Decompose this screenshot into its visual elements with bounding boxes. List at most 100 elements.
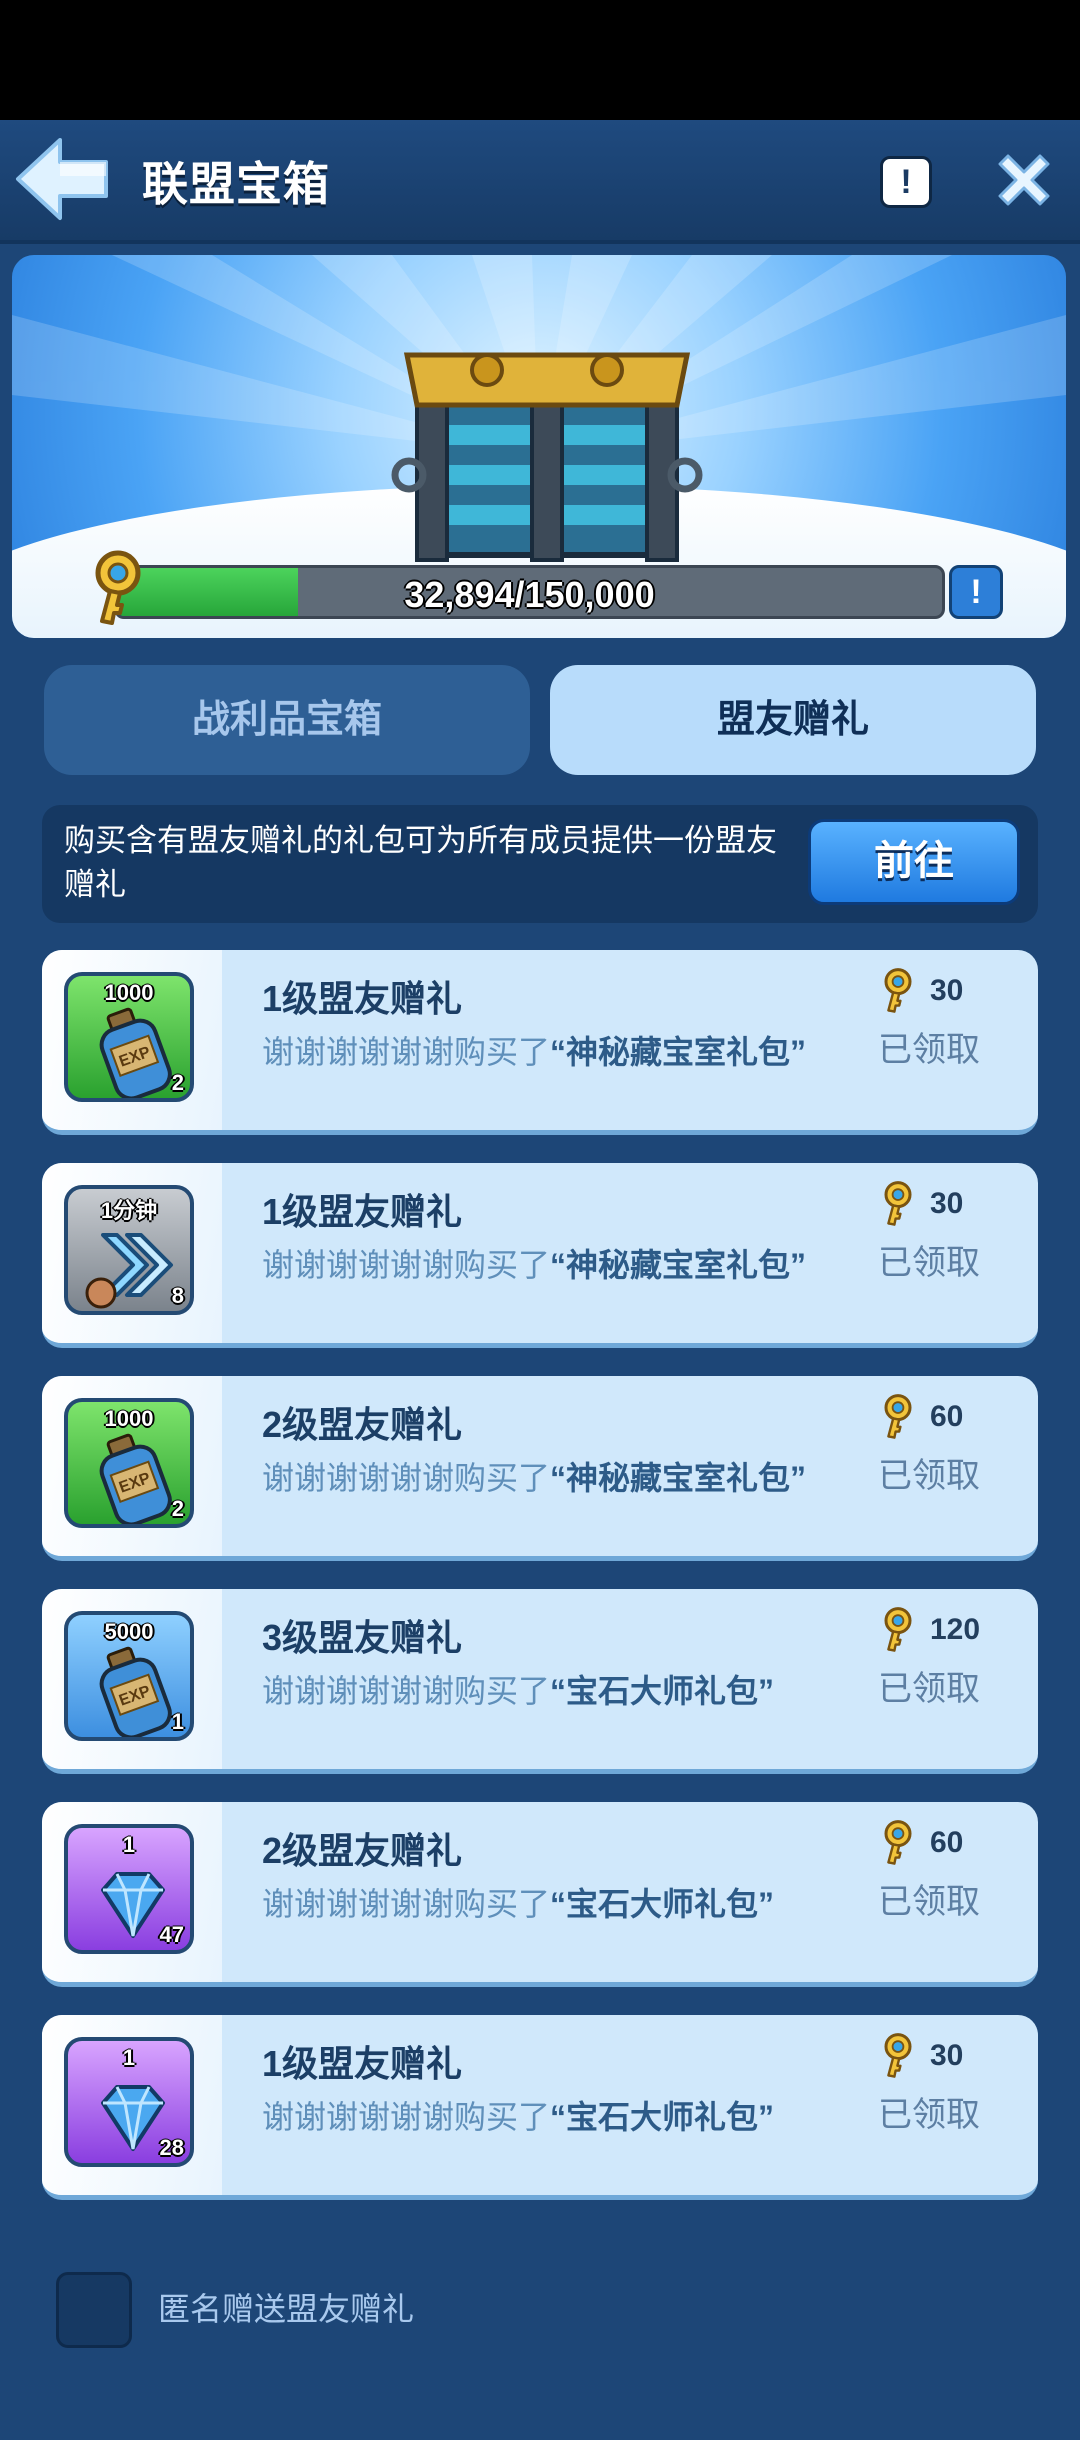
progress-text: 32,894/150,000: [404, 574, 655, 615]
reward-thumbnail[interactable]: EXP 1000 2: [64, 972, 194, 1102]
key-amount: 30: [930, 1187, 964, 1220]
reward-thumbnail[interactable]: 1 47: [64, 1824, 194, 1954]
key-amount: 60: [930, 1826, 964, 1859]
reward-thumbnail[interactable]: 1 28: [64, 2037, 194, 2167]
gift-title: 2级盟友赠礼: [262, 1830, 463, 1871]
close-button[interactable]: [992, 148, 1056, 212]
close-icon: [998, 154, 1050, 206]
gift-card: EXP 1000 2 2级盟友赠礼谢谢谢谢谢谢购买了“神秘藏宝室礼包” 60 已领取: [42, 1376, 1038, 1561]
reward-count: 2: [171, 1496, 184, 1521]
gift-description: 谢谢谢谢谢谢购买了“神秘藏宝室礼包”: [262, 1245, 822, 1285]
gift-description: 谢谢谢谢谢谢购买了“宝石大师礼包”: [262, 1671, 822, 1711]
anonymous-checkbox[interactable]: [56, 2272, 132, 2348]
treasure-chest-icon: [391, 352, 703, 562]
key-icon: [95, 550, 141, 625]
pack-name: “神秘藏宝室礼包”: [550, 1460, 807, 1496]
reward-amount: 1: [122, 1832, 136, 1857]
promo-banner: 购买含有盟友赠礼的礼包可为所有成员提供一份盟友赠礼 前往: [42, 805, 1038, 923]
status-bar: [0, 0, 1080, 120]
pack-name: “神秘藏宝室礼包”: [550, 1247, 807, 1283]
progress-info-button[interactable]: !: [949, 565, 1003, 619]
header-bar: 联盟宝箱 !: [0, 120, 1080, 244]
buyer-text: 谢谢谢谢谢谢购买了: [262, 2099, 551, 2135]
gift-description: 谢谢谢谢谢谢购买了“神秘藏宝室礼包”: [262, 1458, 822, 1498]
alliance-chest-screen: 联盟宝箱 ! 32,894/150,000 ! 战利品宝箱 盟友赠礼 购买含有盟…: [0, 120, 1080, 2440]
key-icon: [884, 968, 912, 1013]
exp-potion-icon: EXP: [99, 1646, 172, 1737]
key-amount: 120: [930, 1613, 981, 1646]
buyer-text: 谢谢谢谢谢谢购买了: [262, 1247, 551, 1283]
reward-amount: 1000: [104, 1406, 154, 1431]
info-icon: !: [900, 163, 912, 201]
tab-loot-chest[interactable]: 战利品宝箱: [44, 665, 530, 775]
go-button[interactable]: 前往: [808, 819, 1020, 905]
gift-description: 谢谢谢谢谢谢购买了“神秘藏宝室礼包”: [262, 1032, 822, 1072]
gift-card: 1 28 1级盟友赠礼谢谢谢谢谢谢购买了“宝石大师礼包” 30 已领取: [42, 2015, 1038, 2200]
gift-description: 谢谢谢谢谢谢购买了“宝石大师礼包”: [262, 2097, 822, 2137]
gift-title: 1级盟友赠礼: [262, 2043, 463, 2084]
key-icon: [884, 1607, 912, 1652]
gift-card: 1分钟 8 1级盟友赠礼谢谢谢谢谢谢购买了“神秘藏宝室礼包” 30 已领取: [42, 1163, 1038, 1348]
reward-count: 1: [171, 1709, 184, 1734]
info-icon: !: [970, 573, 982, 611]
exp-potion-icon: EXP: [99, 1433, 172, 1524]
gift-title: 1级盟友赠礼: [262, 978, 463, 1019]
reward-thumbnail[interactable]: 1分钟 8: [64, 1185, 194, 1315]
reward-amount: 5000: [104, 1619, 154, 1644]
key-icon: [884, 2033, 912, 2078]
gift-card: 1 47 2级盟友赠礼谢谢谢谢谢谢购买了“宝石大师礼包” 60 已领取: [42, 1802, 1038, 1987]
anonymous-label: 匿名赠送盟友赠礼: [158, 2291, 415, 2327]
gift-card: EXP 1000 2 1级盟友赠礼谢谢谢谢谢谢购买了“神秘藏宝室礼包” 30 已领取: [42, 950, 1038, 1135]
key-icon: [884, 1394, 912, 1439]
pack-name: “宝石大师礼包”: [550, 2099, 775, 2135]
key-reward: 60: [874, 1818, 1014, 1866]
claimed-status: 已领取: [878, 2096, 980, 2134]
reward-count: 8: [171, 1283, 184, 1308]
speedup-icon: [85, 1233, 173, 1309]
back-button[interactable]: [14, 136, 114, 222]
key-reward: 60: [874, 1392, 1014, 1440]
key-reward: 30: [874, 966, 1014, 1014]
reward-amount: 1分钟: [100, 1198, 158, 1223]
key-amount: 30: [930, 2039, 964, 2072]
gift-description: 谢谢谢谢谢谢购买了“宝石大师礼包”: [262, 1884, 822, 1924]
claimed-status: 已领取: [878, 1883, 980, 1921]
buyer-text: 谢谢谢谢谢谢购买了: [262, 1673, 551, 1709]
chest-banner: 32,894/150,000 !: [12, 255, 1066, 638]
pack-name: “宝石大师礼包”: [550, 1886, 775, 1922]
buyer-text: 谢谢谢谢谢谢购买了: [262, 1886, 551, 1922]
back-arrow-icon: [16, 138, 108, 220]
reward-amount: 1000: [104, 980, 154, 1005]
buyer-text: 谢谢谢谢谢谢购买了: [262, 1460, 551, 1496]
promo-text: 购买含有盟友赠礼的礼包可为所有成员提供一份盟友赠礼: [64, 823, 777, 902]
gift-card: EXP 5000 1 3级盟友赠礼谢谢谢谢谢谢购买了“宝石大师礼包” 120 已领取: [42, 1589, 1038, 1774]
key-amount: 60: [930, 1400, 964, 1433]
reward-count: 2: [171, 1070, 184, 1095]
key-amount: 30: [930, 974, 964, 1007]
key-icon: [884, 1181, 912, 1226]
reward-thumbnail[interactable]: EXP 1000 2: [64, 1398, 194, 1528]
claimed-status: 已领取: [878, 1031, 980, 1069]
tab-ally-gifts[interactable]: 盟友赠礼: [550, 665, 1036, 775]
reward-thumbnail[interactable]: EXP 5000 1: [64, 1611, 194, 1741]
gift-title: 1级盟友赠礼: [262, 1191, 463, 1232]
claimed-status: 已领取: [878, 1457, 980, 1495]
pack-name: “神秘藏宝室礼包”: [550, 1034, 807, 1070]
buyer-text: 谢谢谢谢谢谢购买了: [262, 1034, 551, 1070]
claimed-status: 已领取: [878, 1670, 980, 1708]
reward-amount: 1: [122, 2045, 136, 2070]
claimed-status: 已领取: [878, 1244, 980, 1282]
key-reward: 30: [874, 1179, 1014, 1227]
page-title: 联盟宝箱: [142, 158, 330, 210]
exp-potion-icon: EXP: [99, 1007, 172, 1098]
pack-name: “宝石大师礼包”: [550, 1673, 775, 1709]
key-progress-bar: 32,894/150,000: [114, 565, 945, 619]
key-reward: 30: [874, 2031, 1014, 2079]
key-reward: 120: [874, 1605, 1014, 1653]
reward-count: 47: [159, 1922, 184, 1947]
info-button[interactable]: !: [880, 156, 932, 208]
key-icon: [884, 1820, 912, 1865]
gift-title: 2级盟友赠礼: [262, 1404, 463, 1445]
gift-title: 3级盟友赠礼: [262, 1617, 463, 1658]
gift-list: EXP 1000 2 1级盟友赠礼 谢谢谢谢谢谢购买了“神秘藏宝室礼包” 30 已领取 1分钟…: [42, 950, 1038, 2228]
